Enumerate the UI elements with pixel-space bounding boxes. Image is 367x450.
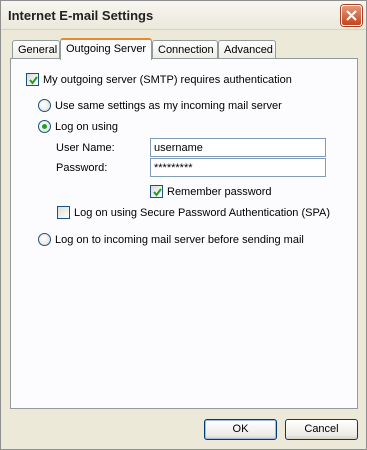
log-on-incoming-radio-row[interactable]: Log on to incoming mail server before se…: [38, 233, 304, 246]
use-same-radio-row[interactable]: Use same settings as my incoming mail se…: [38, 99, 282, 112]
ok-button[interactable]: OK: [204, 419, 277, 440]
dialog-window: Internet E-mail Settings General Outgoin…: [0, 0, 367, 450]
password-input[interactable]: [150, 158, 326, 177]
requires-auth-label: My outgoing server (SMTP) requires authe…: [43, 73, 292, 86]
close-icon: [346, 10, 357, 21]
requires-auth-checkbox-row[interactable]: My outgoing server (SMTP) requires authe…: [26, 73, 292, 86]
remember-password-checkbox[interactable]: [150, 185, 163, 198]
password-label: Password:: [56, 162, 108, 174]
log-on-using-label: Log on using: [55, 120, 118, 133]
title-bar[interactable]: Internet E-mail Settings: [1, 1, 366, 30]
tab-general[interactable]: General: [12, 40, 60, 59]
use-same-radio[interactable]: [38, 99, 51, 112]
tab-advanced[interactable]: Advanced: [218, 40, 276, 59]
log-on-using-radio-row[interactable]: Log on using: [38, 120, 118, 133]
log-on-incoming-radio[interactable]: [38, 233, 51, 246]
tab-connection[interactable]: Connection: [152, 40, 218, 59]
close-button[interactable]: [341, 5, 362, 26]
requires-auth-checkbox[interactable]: [26, 73, 39, 86]
spa-label: Log on using Secure Password Authenticat…: [74, 206, 331, 219]
checkmark-icon: [153, 188, 162, 197]
remember-password-row[interactable]: Remember password: [150, 185, 272, 198]
outgoing-server-panel: My outgoing server (SMTP) requires authe…: [10, 58, 358, 409]
remember-password-label: Remember password: [167, 185, 272, 198]
username-label: User Name:: [56, 142, 115, 154]
spa-row[interactable]: Log on using Secure Password Authenticat…: [57, 206, 330, 219]
window-title: Internet E-mail Settings: [8, 8, 154, 23]
spa-checkbox[interactable]: [57, 206, 70, 219]
log-on-using-radio[interactable]: [38, 120, 51, 133]
use-same-label: Use same settings as my incoming mail se…: [55, 99, 282, 112]
checkmark-icon: [29, 76, 38, 85]
username-input[interactable]: [150, 138, 326, 157]
tab-outgoing-server[interactable]: Outgoing Server: [60, 38, 152, 60]
cancel-button[interactable]: Cancel: [285, 419, 358, 440]
radio-selected-dot: [42, 124, 47, 129]
log-on-incoming-label: Log on to incoming mail server before se…: [55, 233, 304, 246]
